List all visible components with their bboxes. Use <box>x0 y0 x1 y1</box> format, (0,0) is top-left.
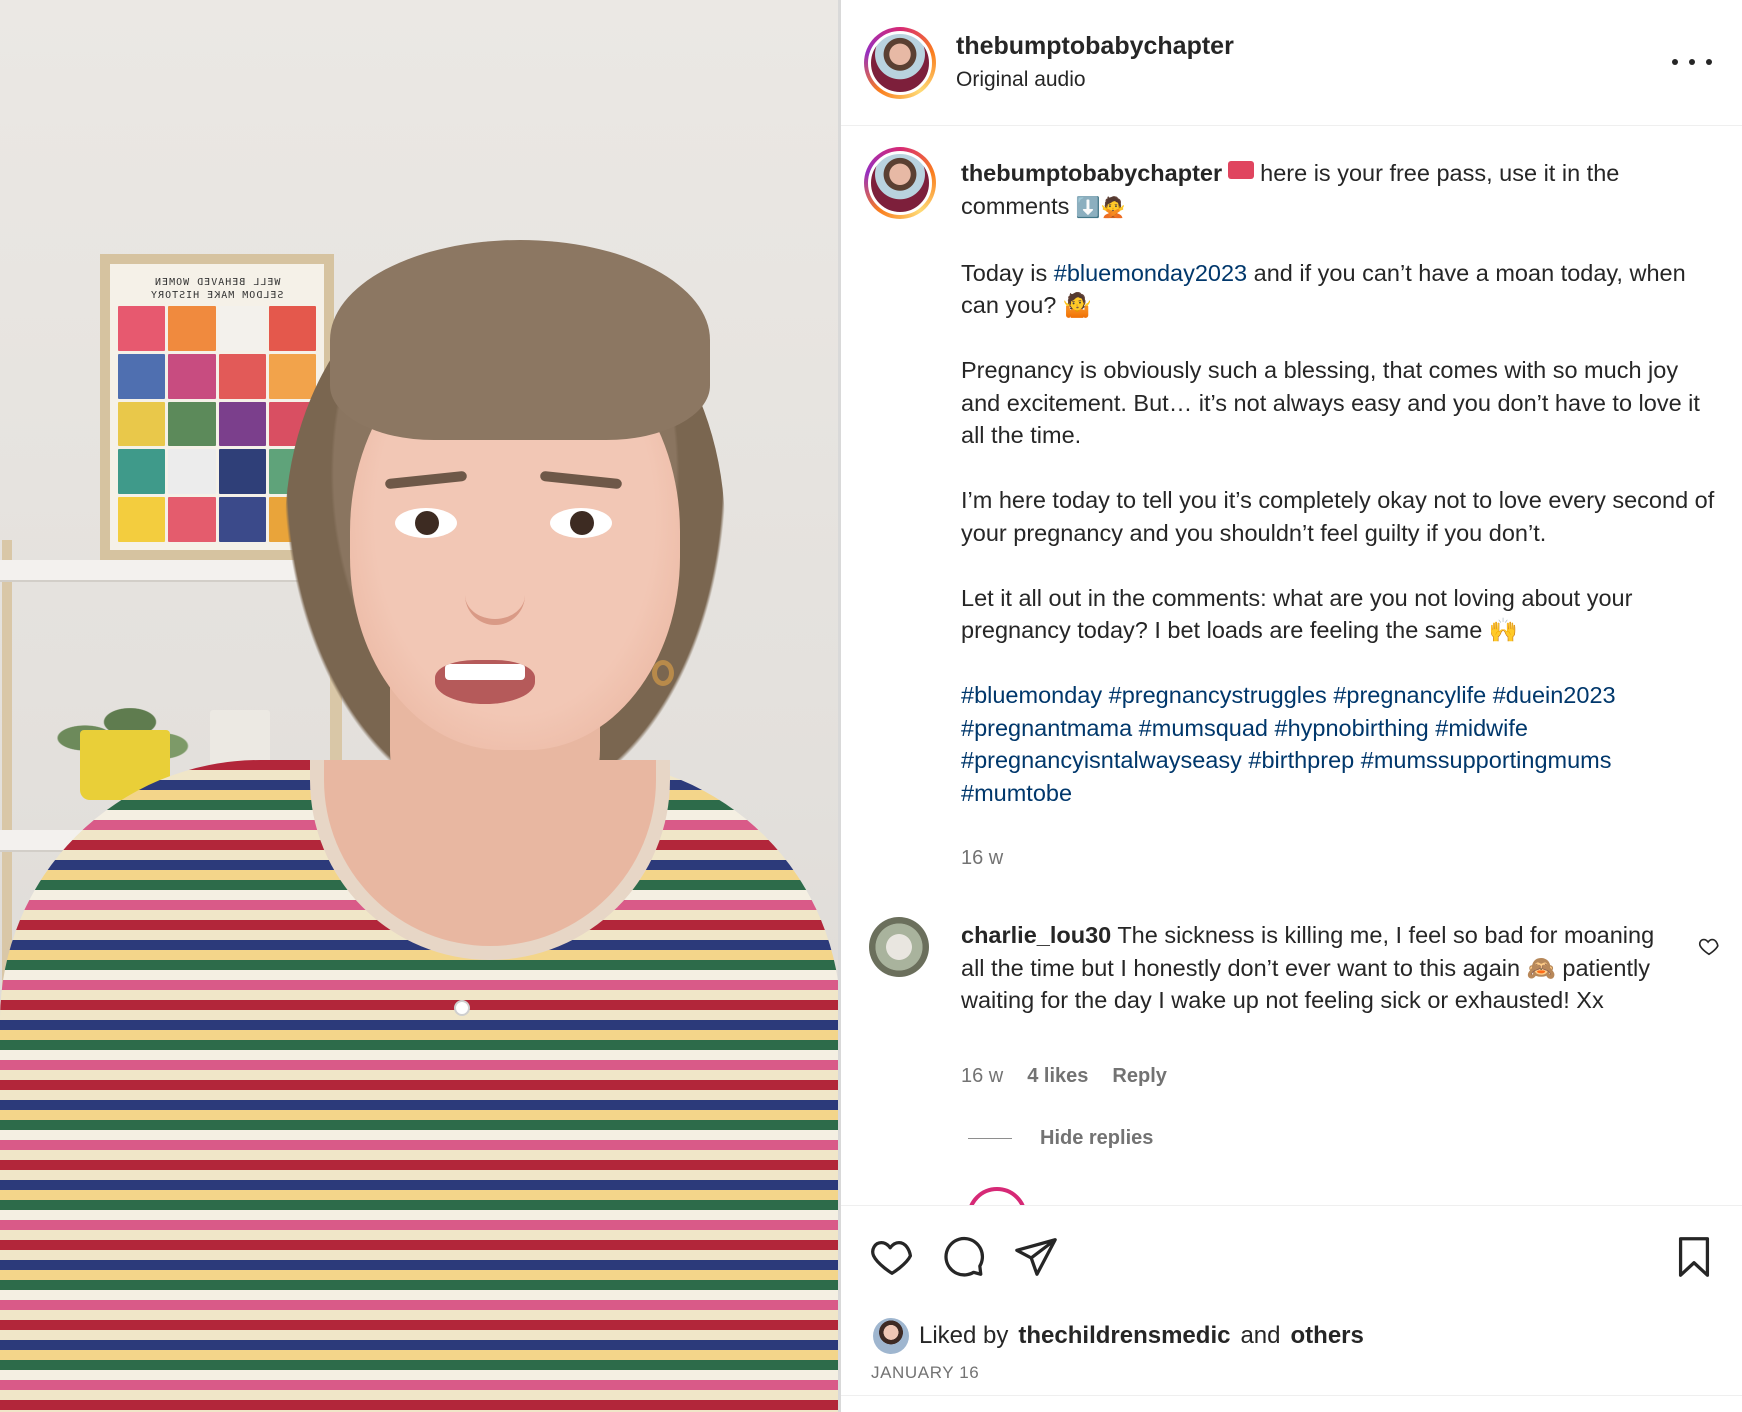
caption-paragraph-5: Let it all out in the comments: what are… <box>961 584 1633 644</box>
hashtag-link[interactable]: #mumssupportingmums <box>1361 747 1612 773</box>
audio-label[interactable]: Original audio <box>956 68 1086 92</box>
comment-likes[interactable]: 4 likes <box>1027 1065 1088 1088</box>
ticket-icon <box>1228 161 1255 179</box>
liked-by: Liked by thechildrensmedic and others <box>873 1318 1364 1354</box>
more-icon[interactable] <box>1672 50 1712 74</box>
hashtag-link[interactable]: #duein2023 <box>1493 682 1616 708</box>
hashtag-link[interactable]: #pregnancyisntalwayseasy <box>961 747 1242 773</box>
caption-hashtags: #bluemonday #pregnancystruggles #pregnan… <box>961 679 1721 809</box>
hashtag-link[interactable]: #birthprep <box>1248 747 1354 773</box>
bottom-divider <box>841 1395 1742 1396</box>
comment-icon[interactable] <box>941 1234 987 1280</box>
caption-paragraph-4: I’m here today to tell you it’s complete… <box>961 487 1715 546</box>
caption-paragraph-2: Today is #bluemonday2023 and if you can’… <box>961 257 1721 322</box>
caption-timestamp[interactable]: 16 w <box>961 847 1003 870</box>
avatar <box>868 151 932 215</box>
heart-icon[interactable] <box>869 1234 915 1280</box>
liked-by-user[interactable]: thechildrensmedic <box>1018 1322 1230 1350</box>
liked-by-prefix: Liked by <box>919 1322 1009 1349</box>
caption-line-1: thebumptobabychapter here is your free pa… <box>961 157 1721 224</box>
hide-replies-label: Hide replies <box>1040 1127 1154 1149</box>
caption-paragraph-3: Pregnancy is obviously such a blessing, … <box>961 357 1700 448</box>
header-username[interactable]: thebumptobabychapter <box>956 32 1234 61</box>
post-panel: thebumptobabychapter Original audio theb… <box>841 0 1742 1412</box>
caption-username[interactable]: thebumptobabychapter <box>961 160 1222 186</box>
necklace-pendant <box>454 1000 470 1016</box>
nose <box>465 540 525 625</box>
liked-by-and: and <box>1240 1322 1281 1349</box>
presenter <box>0 0 841 1412</box>
avatar <box>868 31 932 95</box>
hair-top <box>330 240 710 440</box>
replies-divider <box>968 1138 1012 1139</box>
reply-avatar[interactable] <box>967 1187 1027 1205</box>
reply-button[interactable]: Reply <box>1112 1065 1166 1088</box>
hashtag-link[interactable]: #pregnantmama <box>961 715 1132 741</box>
post-header: thebumptobabychapter Original audio <box>841 0 1742 126</box>
earring <box>652 660 674 686</box>
hide-replies-button[interactable]: Hide replies <box>968 1127 1153 1150</box>
comment-meta: 16 w 4 likes Reply <box>961 1065 1167 1088</box>
comment-username[interactable]: charlie_lou30 <box>961 922 1111 948</box>
right-eye <box>550 508 612 538</box>
comments-scroll[interactable]: thebumptobabychapter here is your free pa… <box>841 127 1742 1205</box>
hashtag-link[interactable]: #mumsquad <box>1139 715 1268 741</box>
hashtag-link[interactable]: #pregnancylife <box>1333 682 1486 708</box>
comment-timestamp[interactable]: 16 w <box>961 1065 1003 1088</box>
liked-by-avatar[interactable] <box>873 1318 909 1354</box>
share-icon[interactable] <box>1013 1234 1059 1280</box>
comment-avatar[interactable] <box>869 917 929 977</box>
mouth <box>435 660 535 704</box>
post-actions: Liked by thechildrensmedic and others JA… <box>841 1205 1742 1412</box>
caption-p2-before: Today is <box>961 259 1054 286</box>
caption-intro-emoji: ⬇️🙅 <box>1075 196 1126 219</box>
header-avatar[interactable] <box>864 27 936 99</box>
liked-by-others[interactable]: others <box>1291 1322 1364 1350</box>
hashtag-link[interactable]: #bluemonday <box>961 682 1102 708</box>
bookmark-icon[interactable] <box>1671 1234 1717 1280</box>
hashtag-link[interactable]: #bluemonday2023 <box>1054 260 1247 286</box>
small-heart-icon[interactable] <box>1698 935 1720 957</box>
hashtag-link[interactable]: #mumtobe <box>961 780 1072 806</box>
caption-avatar[interactable] <box>864 147 936 219</box>
comment: charlie_lou30 The sickness is killing me… <box>961 919 1661 1017</box>
hashtag-link[interactable]: #pregnancystruggles <box>1109 682 1327 708</box>
hashtag-link[interactable]: #midwife <box>1435 715 1528 741</box>
left-eye <box>395 508 457 538</box>
hashtag-link[interactable]: #hypnobirthing <box>1275 715 1429 741</box>
post-video[interactable]: WELL BEHAVED WOMEN SELDOM MAKE HISTORY <box>0 0 841 1412</box>
post-date[interactable]: JANUARY 16 <box>871 1363 979 1383</box>
caption: thebumptobabychapter here is your free pa… <box>961 157 1721 842</box>
